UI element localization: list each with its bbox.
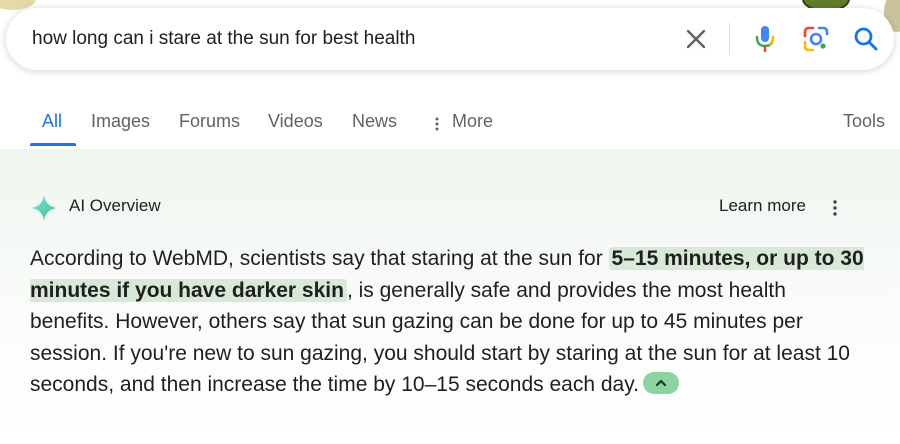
microphone-icon	[755, 26, 775, 52]
ai-text-intro: According to WebMD, scientists say that …	[30, 247, 609, 270]
chevron-up-icon	[655, 380, 667, 387]
tab-videos[interactable]: Videos	[268, 111, 323, 132]
ai-overview-title: AI Overview	[69, 196, 161, 215]
learn-more-link[interactable]: Learn more	[719, 196, 806, 216]
search-bar[interactable]: how long can i stare at the sun for best…	[6, 8, 894, 70]
tab-more[interactable]: More	[452, 111, 493, 132]
vertical-dots-icon	[435, 117, 439, 131]
tools-button[interactable]: Tools	[843, 111, 885, 132]
ai-overview-panel: AI Overview Learn more According to WebM…	[0, 149, 900, 444]
search-tabs: All Images Forums Videos News More Tools	[0, 108, 900, 148]
tab-forums[interactable]: Forums	[179, 111, 240, 132]
google-lens-icon	[803, 26, 829, 52]
sparkle-icon	[31, 195, 57, 221]
tab-all[interactable]: All	[42, 111, 62, 132]
collapse-button[interactable]	[643, 372, 680, 395]
ai-overview-text: According to WebMD, scientists say that …	[30, 243, 870, 401]
image-search-button[interactable]	[800, 23, 832, 55]
voice-search-button[interactable]	[750, 23, 780, 55]
search-icon	[854, 27, 878, 51]
search-button[interactable]	[851, 24, 881, 54]
search-query-text[interactable]: how long can i stare at the sun for best…	[32, 28, 415, 50]
tab-images[interactable]: Images	[91, 111, 150, 132]
close-icon	[686, 29, 706, 49]
more-options-icon[interactable]	[832, 199, 838, 217]
clear-search-button[interactable]	[682, 25, 710, 53]
search-bar-divider	[729, 23, 730, 55]
active-tab-indicator	[30, 143, 76, 146]
tab-news[interactable]: News	[352, 111, 397, 132]
